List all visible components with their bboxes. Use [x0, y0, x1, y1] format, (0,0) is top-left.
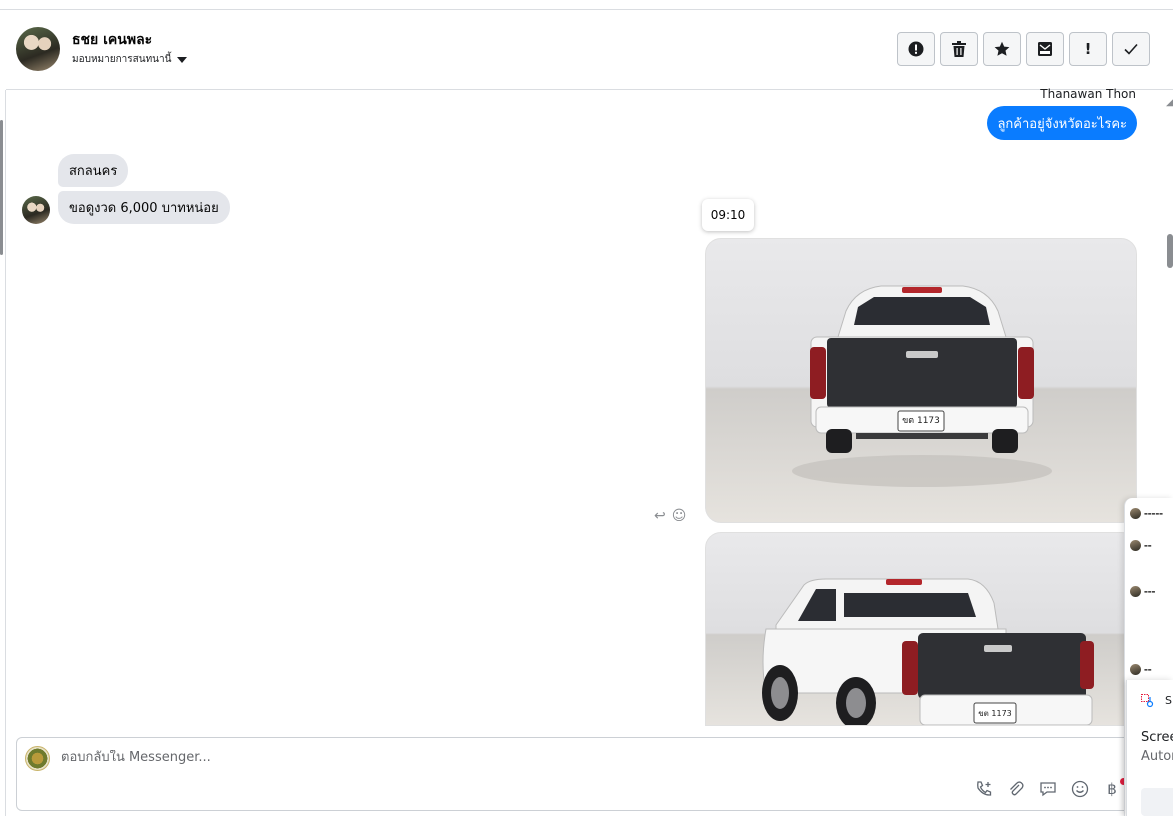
- react-emoji-icon[interactable]: ☺: [672, 508, 687, 524]
- contact-name[interactable]: ธชย เคนพละ: [72, 29, 152, 51]
- reply-input[interactable]: [61, 750, 961, 765]
- preview-row: ▬▬: [1130, 540, 1152, 551]
- delete-button[interactable]: [940, 32, 978, 66]
- preview-avatar: [1130, 586, 1141, 597]
- license-plate-text: ขต 1173: [902, 416, 940, 426]
- left-divider: [5, 90, 6, 816]
- reply-composer: ฿: [16, 737, 1136, 811]
- contact-avatar[interactable]: [16, 27, 60, 71]
- preview-avatar: [1130, 540, 1141, 551]
- mark-unread-button[interactable]: [1026, 32, 1064, 66]
- preview-text: ▬▬▬: [1144, 589, 1156, 594]
- screenshot-notification[interactable]: Sn Scree Autom: [1126, 680, 1173, 816]
- snip-line1: Scree: [1141, 730, 1173, 745]
- license-plate-text: ขต 1173: [978, 709, 1012, 718]
- snip-title: Sn: [1165, 694, 1173, 707]
- timestamp-tooltip: 09:10: [702, 199, 754, 231]
- preview-avatar: [1130, 664, 1141, 675]
- incoming-message-bubble[interactable]: สกลนคร: [58, 154, 129, 187]
- envelope-icon: [1038, 42, 1052, 56]
- preview-row: ▬▬: [1130, 664, 1152, 675]
- preview-text: ▬▬▬▬▬: [1144, 511, 1163, 516]
- left-scrollbar[interactable]: [0, 120, 3, 255]
- exclamation-circle-icon: [908, 41, 924, 57]
- preview-row: ▬▬▬: [1130, 586, 1155, 597]
- truck-photo-rear[interactable]: ขต 1173: [705, 238, 1137, 523]
- outgoing-sender-name: Thanawan Thon: [1040, 87, 1136, 101]
- composer-toolbar: ฿: [973, 778, 1123, 800]
- truck-photo-rear-side[interactable]: ขต 1173: [705, 532, 1137, 726]
- contact-avatar-small: [22, 196, 50, 224]
- outgoing-message-bubble[interactable]: ลูกค้าอยู่จังหวัดอะไรคะ: [987, 106, 1137, 140]
- mark-spam-button[interactable]: [897, 32, 935, 66]
- call-add-icon[interactable]: [973, 778, 995, 800]
- exclamation-icon: !: [1084, 40, 1092, 58]
- right-scrollbar[interactable]: [1167, 234, 1173, 268]
- snipping-tool-icon: [1141, 694, 1154, 708]
- pickup-truck-image: ขต 1173: [762, 578, 1094, 725]
- star-button[interactable]: [983, 32, 1021, 66]
- incoming-message-bubble[interactable]: ขอดูงวด 6,000 บาทหน่อย: [58, 191, 230, 224]
- preview-text: ▬▬: [1144, 543, 1152, 548]
- caret-down-icon: [177, 56, 188, 63]
- follow-up-button[interactable]: !: [1069, 32, 1107, 66]
- inbox-conversation-window: ธชย เคนพละ มอบหมายการสนทนานี้ ! Thanawan…: [0, 0, 1173, 816]
- assign-label: มอบหมายการสนทนานี้: [72, 54, 172, 65]
- reply-icon[interactable]: ↩: [654, 508, 666, 524]
- trash-icon: [952, 41, 966, 57]
- emoji-icon[interactable]: [1069, 778, 1091, 800]
- assign-conversation-dropdown[interactable]: มอบหมายการสนทนานี้: [72, 52, 188, 67]
- snip-preview: [1141, 788, 1173, 816]
- header-toolbar: !: [897, 32, 1150, 66]
- paperclip-icon[interactable]: [1005, 778, 1027, 800]
- mark-done-button[interactable]: [1112, 32, 1150, 66]
- star-icon: [994, 41, 1010, 56]
- preview-row: ▬▬▬▬▬: [1130, 508, 1163, 519]
- check-icon: [1124, 43, 1138, 55]
- snip-line2: Autom: [1141, 749, 1173, 764]
- message-actions: ↩ ☺: [654, 508, 686, 524]
- page-avatar: [25, 746, 50, 771]
- pickup-truck-image: ขต 1173: [792, 285, 1052, 487]
- preview-avatar: [1130, 508, 1141, 519]
- chevron-up-icon: ◢: [1166, 97, 1173, 108]
- conversation-header: ธชย เคนพละ มอบหมายการสนทนานี้ !: [6, 10, 1173, 90]
- saved-reply-icon[interactable]: [1037, 778, 1059, 800]
- preview-text: ▬▬: [1144, 667, 1152, 672]
